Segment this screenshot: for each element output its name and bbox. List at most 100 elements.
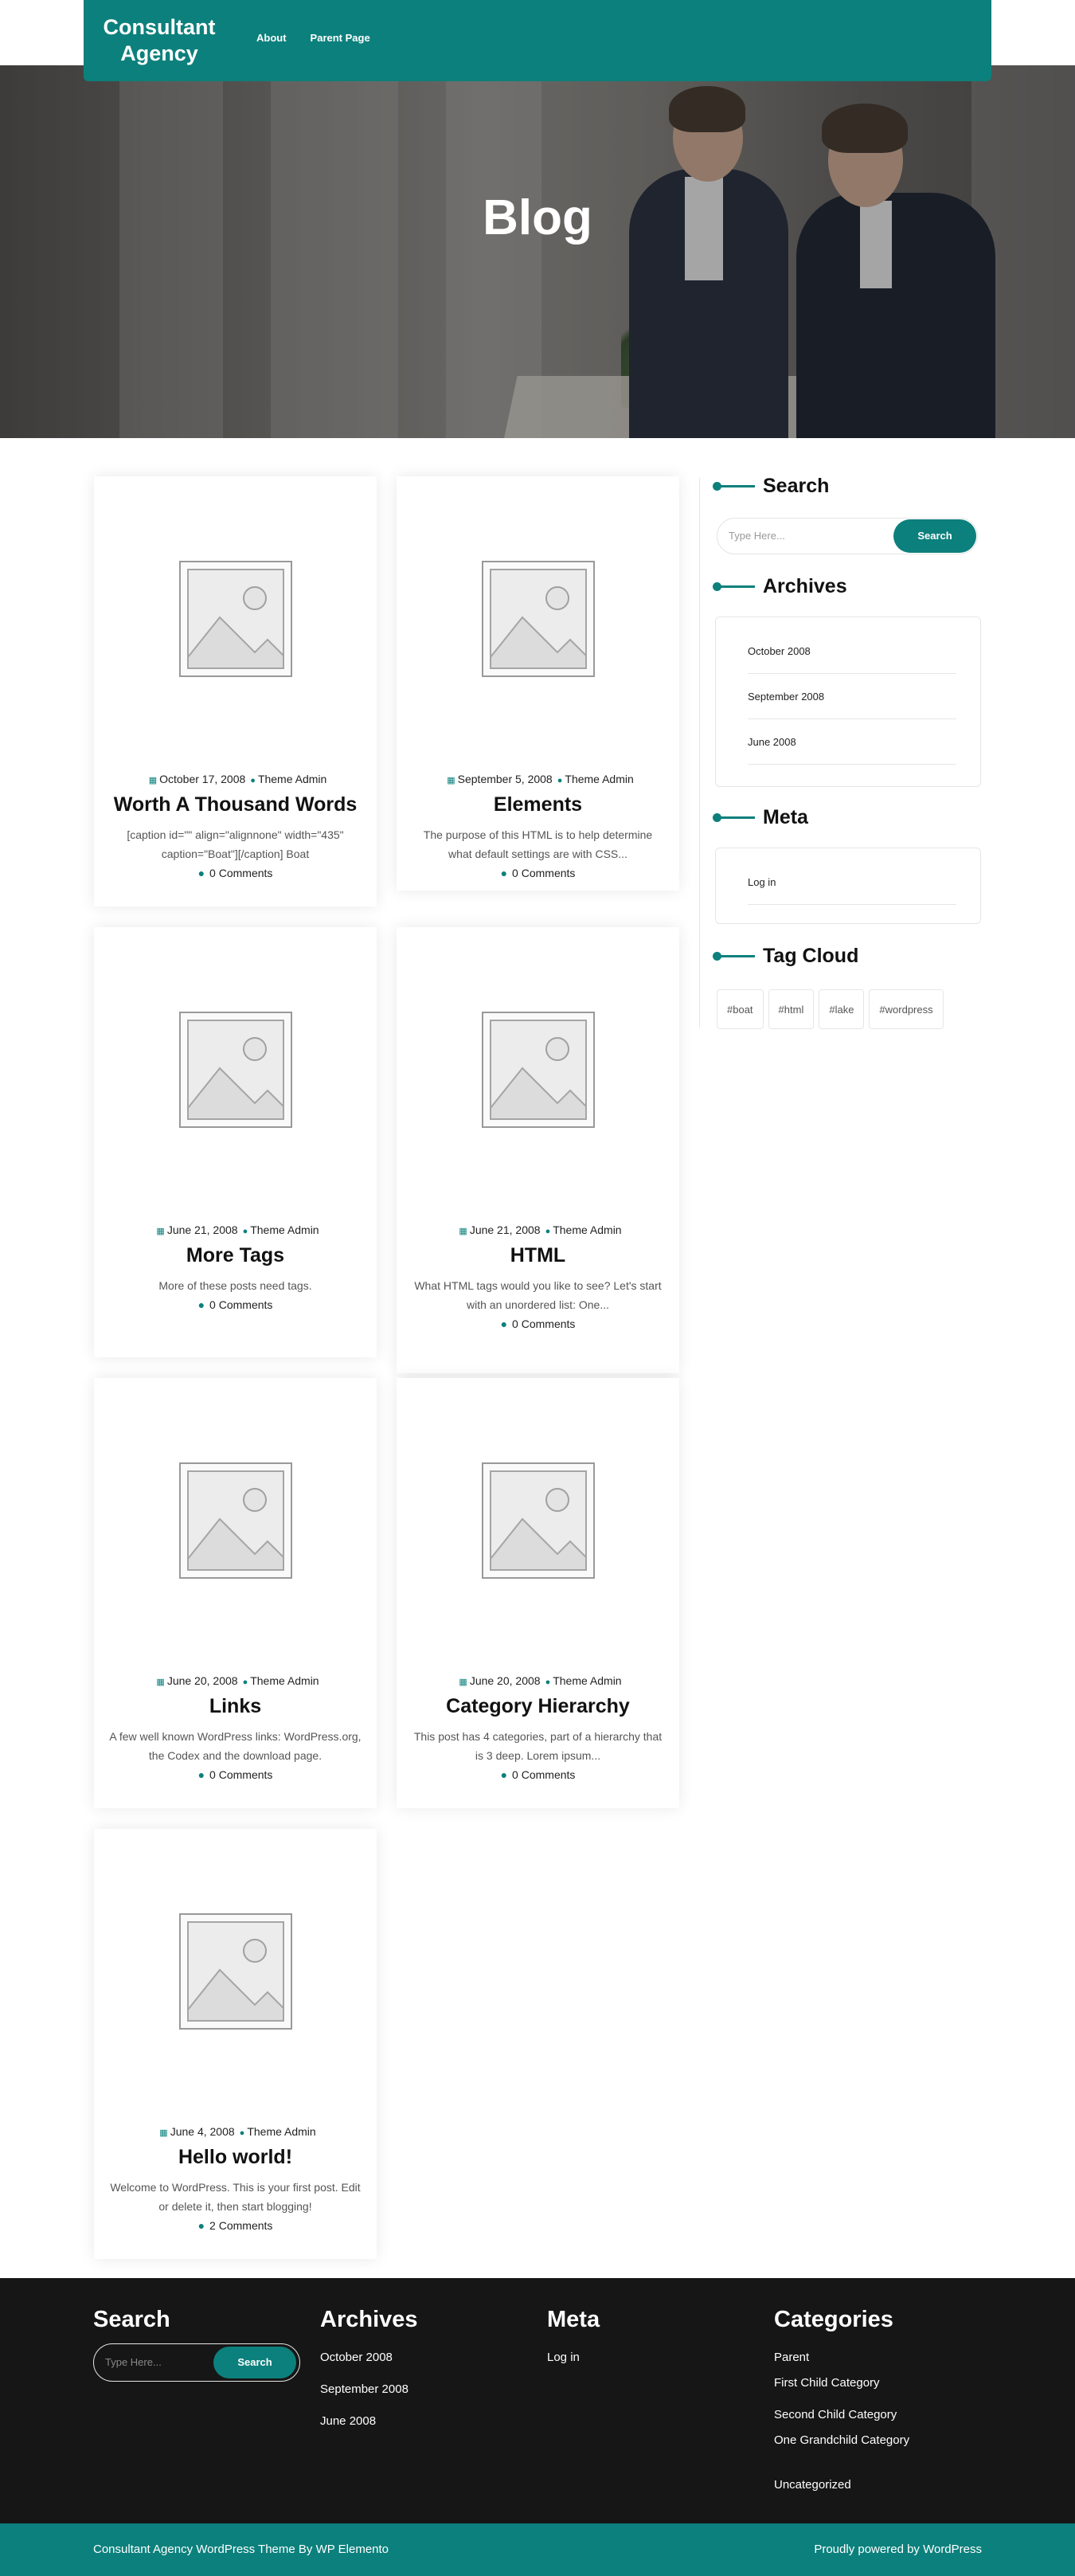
archive-link[interactable]: June 2008: [748, 719, 956, 765]
comments-count[interactable]: 0 Comments: [512, 1317, 575, 1330]
post-comments[interactable]: ● 0 Comments: [397, 867, 679, 879]
post-title[interactable]: Category Hierarchy: [397, 1695, 679, 1718]
comments-count[interactable]: 0 Comments: [209, 1298, 272, 1311]
post-card: ▦ June 21, 2008 ● Theme Admin More Tags More …: [94, 927, 377, 1357]
calendar-icon: ▦: [148, 776, 158, 785]
post-author[interactable]: Theme Admin: [553, 1674, 621, 1687]
site-logo[interactable]: Consultant Agency: [84, 14, 235, 67]
post-meta: ▦ June 21, 2008 ● Theme Admin: [397, 1223, 679, 1236]
post-card: ▦ June 20, 2008 ● Theme Admin Links A few wel…: [94, 1378, 377, 1808]
footer-category-link[interactable]: First Child Category: [774, 2376, 880, 2390]
page-title: Blog: [483, 190, 592, 245]
tag-link[interactable]: #boat: [717, 989, 764, 1029]
post-excerpt: The purpose of this HTML is to help dete…: [423, 828, 653, 860]
user-icon: ●: [557, 776, 563, 785]
footer-meta-title: Meta: [547, 2307, 600, 2332]
post-author[interactable]: Theme Admin: [553, 1223, 621, 1236]
comments-icon: ●: [500, 1317, 508, 1330]
post-excerpt: What HTML tags would you like to see? Le…: [414, 1279, 662, 1311]
footer-archive-link[interactable]: June 2008: [320, 2414, 376, 2428]
post-excerpt: A few well known WordPress links: WordPr…: [109, 1730, 362, 1762]
heading-dash-icon: [713, 582, 755, 591]
post-author[interactable]: Theme Admin: [565, 773, 633, 785]
footer-search-button[interactable]: Search: [213, 2347, 296, 2378]
wordpress-credit-link[interactable]: Proudly powered by WordPress: [814, 2543, 982, 2556]
post-author[interactable]: Theme Admin: [250, 1223, 319, 1236]
heading-dash-icon: [713, 813, 755, 822]
post-author[interactable]: Theme Admin: [258, 773, 326, 785]
meta-panel: Log in: [715, 848, 981, 924]
post-title[interactable]: More Tags: [94, 1244, 377, 1267]
footer-categories-title: Categories: [774, 2307, 893, 2332]
post-card: ▦ October 17, 2008 ● Theme Admin Worth A Tho…: [94, 476, 377, 906]
post-comments[interactable]: ● 0 Comments: [94, 1768, 377, 1781]
archive-link[interactable]: October 2008: [748, 628, 956, 674]
widget-archives-heading: Archives: [713, 575, 847, 598]
footer-search-col: Search: [93, 2307, 170, 2343]
site-footer: Search Archives Meta Categories: [0, 2278, 1075, 2523]
post-comments[interactable]: ● 0 Comments: [397, 1768, 679, 1781]
post-thumbnail-placeholder[interactable]: [178, 1912, 293, 2030]
footer-archive-link[interactable]: October 2008: [320, 2351, 393, 2364]
post-date[interactable]: June 4, 2008: [170, 2125, 235, 2138]
nav-about[interactable]: About: [256, 32, 287, 44]
post-meta: ▦ June 21, 2008 ● Theme Admin: [94, 1223, 377, 1236]
comments-icon: ●: [197, 1298, 205, 1311]
tag-link[interactable]: #lake: [819, 989, 865, 1029]
post-thumbnail-placeholder[interactable]: [481, 1462, 596, 1580]
post-date[interactable]: June 20, 2008: [167, 1674, 238, 1687]
tag-link[interactable]: #html: [768, 989, 815, 1029]
archive-link[interactable]: September 2008: [748, 674, 956, 719]
comments-count[interactable]: 2 Comments: [209, 2219, 272, 2232]
comments-count[interactable]: 0 Comments: [209, 867, 272, 879]
user-icon: ●: [545, 1227, 551, 1236]
post-author[interactable]: Theme Admin: [250, 1674, 319, 1687]
comments-count[interactable]: 0 Comments: [512, 1768, 575, 1781]
post-thumbnail-placeholder[interactable]: [178, 560, 293, 678]
tag-link[interactable]: #wordpress: [869, 989, 944, 1029]
post-date[interactable]: June 21, 2008: [167, 1223, 238, 1236]
widget-search-heading: Search: [713, 475, 829, 498]
footer-archive-link[interactable]: September 2008: [320, 2382, 408, 2396]
post-meta: ▦ September 5, 2008 ● Theme Admin: [397, 773, 679, 785]
theme-credit-link[interactable]: Consultant Agency WordPress Theme By WP …: [93, 2543, 389, 2556]
footer-category-link[interactable]: Parent: [774, 2351, 809, 2364]
footer-category-link[interactable]: Second Child Category: [774, 2408, 897, 2421]
post-thumbnail-placeholder[interactable]: [178, 1011, 293, 1129]
comments-icon: ●: [197, 867, 205, 879]
post-title[interactable]: Worth A Thousand Words: [94, 793, 377, 816]
post-thumbnail-placeholder[interactable]: [178, 1462, 293, 1580]
footer-category-link[interactable]: Uncategorized: [774, 2478, 851, 2492]
footer-category-link[interactable]: One Grandchild Category: [774, 2433, 909, 2447]
post-excerpt: More of these posts need tags.: [158, 1279, 312, 1292]
post-comments[interactable]: ● 2 Comments: [94, 2219, 377, 2232]
calendar-icon: ▦: [447, 776, 455, 785]
post-title[interactable]: Links: [94, 1695, 377, 1718]
post-date[interactable]: October 17, 2008: [159, 773, 245, 785]
footer-meta-login[interactable]: Log in: [547, 2351, 580, 2364]
post-date[interactable]: June 20, 2008: [470, 1674, 541, 1687]
post-thumbnail-placeholder[interactable]: [481, 1011, 596, 1129]
comments-count[interactable]: 0 Comments: [209, 1768, 272, 1781]
post-title[interactable]: Hello world!: [94, 2146, 377, 2169]
comments-icon: ●: [500, 1768, 508, 1781]
nav-parent-page[interactable]: Parent Page: [311, 32, 370, 44]
post-comments[interactable]: ● 0 Comments: [397, 1317, 679, 1330]
meta-login-link[interactable]: Log in: [748, 859, 956, 905]
post-thumbnail-placeholder[interactable]: [481, 560, 596, 678]
post-date[interactable]: September 5, 2008: [458, 773, 553, 785]
post-meta: ▦ June 4, 2008 ● Theme Admin: [94, 2125, 377, 2138]
post-comments[interactable]: ● 0 Comments: [94, 1298, 377, 1311]
widget-tags-heading: Tag Cloud: [713, 945, 858, 968]
post-title[interactable]: Elements: [397, 793, 679, 816]
user-icon: ●: [545, 1678, 551, 1687]
copyright-bar: Consultant Agency WordPress Theme By WP …: [0, 2523, 1075, 2576]
post-author[interactable]: Theme Admin: [247, 2125, 315, 2138]
post-title[interactable]: HTML: [397, 1244, 679, 1267]
comments-count[interactable]: 0 Comments: [512, 867, 575, 879]
post-comments[interactable]: ● 0 Comments: [94, 867, 377, 879]
footer-meta-col: Meta: [547, 2307, 600, 2343]
sidebar-search-button[interactable]: Search: [893, 519, 976, 553]
user-icon: ●: [250, 776, 256, 785]
post-date[interactable]: June 21, 2008: [470, 1223, 541, 1236]
